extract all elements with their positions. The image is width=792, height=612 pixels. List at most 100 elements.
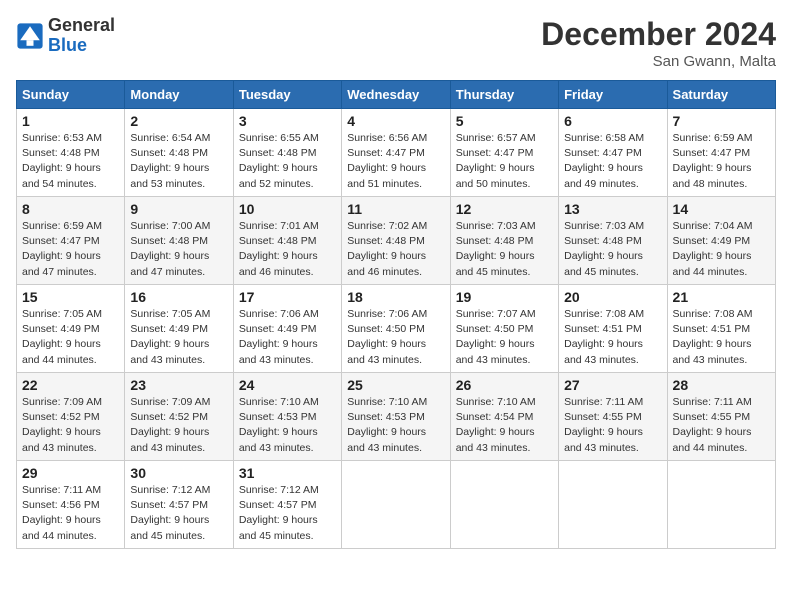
day-info: Sunrise: 7:07 AMSunset: 4:50 PMDaylight:… <box>456 307 553 368</box>
day-info: Sunrise: 7:12 AMSunset: 4:57 PMDaylight:… <box>130 483 227 544</box>
calendar-day-cell: 26Sunrise: 7:10 AMSunset: 4:54 PMDayligh… <box>450 373 558 461</box>
day-number: 20 <box>564 289 661 305</box>
day-info: Sunrise: 7:06 AMSunset: 4:49 PMDaylight:… <box>239 307 336 368</box>
calendar-day-cell: 31 Sunrise: 7:12 AMSunset: 4:57 PMDayligh… <box>233 461 341 549</box>
calendar-week-row: 29Sunrise: 7:11 AMSunset: 4:56 PMDayligh… <box>17 461 776 549</box>
day-number: 27 <box>564 377 661 393</box>
day-info: Sunrise: 6:57 AMSunset: 4:47 PMDaylight:… <box>456 131 553 192</box>
calendar-body: 1Sunrise: 6:53 AMSunset: 4:48 PMDaylight… <box>17 109 776 549</box>
month-title: December 2024 <box>541 16 776 53</box>
day-number: 12 <box>456 201 553 217</box>
calendar-day-cell: 9Sunrise: 7:00 AMSunset: 4:48 PMDaylight… <box>125 197 233 285</box>
day-number: 6 <box>564 113 661 129</box>
day-info: Sunrise: 6:59 AMSunset: 4:47 PMDaylight:… <box>673 131 770 192</box>
calendar-day-cell: 7Sunrise: 6:59 AMSunset: 4:47 PMDaylight… <box>667 109 775 197</box>
calendar-week-row: 15 Sunrise: 7:05 AMSunset: 4:49 PMDayligh… <box>17 285 776 373</box>
calendar-day-cell: 28Sunrise: 7:11 AMSunset: 4:55 PMDayligh… <box>667 373 775 461</box>
weekday-header-cell: Sunday <box>17 81 125 109</box>
calendar-day-cell: 29Sunrise: 7:11 AMSunset: 4:56 PMDayligh… <box>17 461 125 549</box>
day-info: Sunrise: 6:59 AMSunset: 4:47 PMDaylight:… <box>22 219 119 280</box>
page-header: General Blue December 2024 San Gwann, Ma… <box>16 16 776 70</box>
logo-text: General Blue <box>48 16 115 56</box>
weekday-header-cell: Wednesday <box>342 81 450 109</box>
weekday-header-cell: Saturday <box>667 81 775 109</box>
day-number: 18 <box>347 289 444 305</box>
logo-blue-label: Blue <box>48 36 115 56</box>
logo: General Blue <box>16 16 115 56</box>
calendar-day-cell <box>559 461 667 549</box>
calendar-day-cell: 1Sunrise: 6:53 AMSunset: 4:48 PMDaylight… <box>17 109 125 197</box>
day-number: 21 <box>673 289 770 305</box>
day-info: Sunrise: 7:09 AMSunset: 4:52 PMDaylight:… <box>130 395 227 456</box>
weekday-header-cell: Monday <box>125 81 233 109</box>
calendar-day-cell: 17Sunrise: 7:06 AMSunset: 4:49 PMDayligh… <box>233 285 341 373</box>
day-info: Sunrise: 7:02 AMSunset: 4:48 PMDaylight:… <box>347 219 444 280</box>
day-info: Sunrise: 6:54 AMSunset: 4:48 PMDaylight:… <box>130 131 227 192</box>
calendar-day-cell: 14Sunrise: 7:04 AMSunset: 4:49 PMDayligh… <box>667 197 775 285</box>
day-number: 9 <box>130 201 227 217</box>
day-info: Sunrise: 7:12 AMSunset: 4:57 PMDaylight:… <box>239 483 336 544</box>
calendar-day-cell: 24 Sunrise: 7:10 AMSunset: 4:53 PMDayligh… <box>233 373 341 461</box>
calendar-day-cell: 8 Sunrise: 6:59 AMSunset: 4:47 PMDaylight… <box>17 197 125 285</box>
calendar-week-row: 1Sunrise: 6:53 AMSunset: 4:48 PMDaylight… <box>17 109 776 197</box>
calendar-day-cell: 12Sunrise: 7:03 AMSunset: 4:48 PMDayligh… <box>450 197 558 285</box>
day-info: Sunrise: 7:04 AMSunset: 4:49 PMDaylight:… <box>673 219 770 280</box>
calendar-week-row: 8 Sunrise: 6:59 AMSunset: 4:47 PMDaylight… <box>17 197 776 285</box>
day-number: 11 <box>347 201 444 217</box>
day-number: 30 <box>130 465 227 481</box>
weekday-header-cell: Tuesday <box>233 81 341 109</box>
day-number: 10 <box>239 201 336 217</box>
day-info: Sunrise: 7:05 AMSunset: 4:49 PMDaylight:… <box>130 307 227 368</box>
calendar-day-cell: 19 Sunrise: 7:07 AMSunset: 4:50 PMDayligh… <box>450 285 558 373</box>
title-area: December 2024 San Gwann, Malta <box>541 16 776 70</box>
calendar-day-cell: 15 Sunrise: 7:05 AMSunset: 4:49 PMDayligh… <box>17 285 125 373</box>
day-number: 31 <box>239 465 336 481</box>
day-number: 16 <box>130 289 227 305</box>
day-number: 28 <box>673 377 770 393</box>
day-info: Sunrise: 6:56 AMSunset: 4:47 PMDaylight:… <box>347 131 444 192</box>
day-number: 13 <box>564 201 661 217</box>
calendar-day-cell: 21 Sunrise: 7:08 AMSunset: 4:51 PMDayligh… <box>667 285 775 373</box>
calendar-day-cell: 6 Sunrise: 6:58 AMSunset: 4:47 PMDaylight… <box>559 109 667 197</box>
day-number: 29 <box>22 465 119 481</box>
location-title: San Gwann, Malta <box>541 53 776 70</box>
day-number: 25 <box>347 377 444 393</box>
calendar-day-cell: 22 Sunrise: 7:09 AMSunset: 4:52 PMDayligh… <box>17 373 125 461</box>
day-info: Sunrise: 7:03 AMSunset: 4:48 PMDaylight:… <box>564 219 661 280</box>
calendar-table: SundayMondayTuesdayWednesdayThursdayFrid… <box>16 80 776 549</box>
calendar-day-cell: 13 Sunrise: 7:03 AMSunset: 4:48 PMDayligh… <box>559 197 667 285</box>
weekday-header-cell: Thursday <box>450 81 558 109</box>
calendar-day-cell: 27 Sunrise: 7:11 AMSunset: 4:55 PMDayligh… <box>559 373 667 461</box>
calendar-day-cell <box>342 461 450 549</box>
day-info: Sunrise: 7:09 AMSunset: 4:52 PMDaylight:… <box>22 395 119 456</box>
weekday-header-row: SundayMondayTuesdayWednesdayThursdayFrid… <box>17 81 776 109</box>
day-info: Sunrise: 6:58 AMSunset: 4:47 PMDaylight:… <box>564 131 661 192</box>
calendar-day-cell: 16 Sunrise: 7:05 AMSunset: 4:49 PMDayligh… <box>125 285 233 373</box>
calendar-day-cell: 20Sunrise: 7:08 AMSunset: 4:51 PMDayligh… <box>559 285 667 373</box>
day-info: Sunrise: 7:05 AMSunset: 4:49 PMDaylight:… <box>22 307 119 368</box>
day-number: 19 <box>456 289 553 305</box>
day-info: Sunrise: 7:01 AMSunset: 4:48 PMDaylight:… <box>239 219 336 280</box>
calendar-day-cell: 3Sunrise: 6:55 AMSunset: 4:48 PMDaylight… <box>233 109 341 197</box>
calendar-day-cell: 11 Sunrise: 7:02 AMSunset: 4:48 PMDayligh… <box>342 197 450 285</box>
calendar-day-cell: 10 Sunrise: 7:01 AMSunset: 4:48 PMDayligh… <box>233 197 341 285</box>
calendar-day-cell: 25Sunrise: 7:10 AMSunset: 4:53 PMDayligh… <box>342 373 450 461</box>
day-number: 26 <box>456 377 553 393</box>
day-number: 22 <box>22 377 119 393</box>
calendar-day-cell <box>667 461 775 549</box>
day-number: 8 <box>22 201 119 217</box>
day-number: 24 <box>239 377 336 393</box>
day-info: Sunrise: 7:06 AMSunset: 4:50 PMDaylight:… <box>347 307 444 368</box>
day-info: Sunrise: 7:11 AMSunset: 4:55 PMDaylight:… <box>564 395 661 456</box>
day-number: 15 <box>22 289 119 305</box>
calendar-day-cell: 30 Sunrise: 7:12 AMSunset: 4:57 PMDayligh… <box>125 461 233 549</box>
day-number: 2 <box>130 113 227 129</box>
calendar-day-cell: 18 Sunrise: 7:06 AMSunset: 4:50 PMDayligh… <box>342 285 450 373</box>
day-info: Sunrise: 7:08 AMSunset: 4:51 PMDaylight:… <box>673 307 770 368</box>
calendar-day-cell: 2 Sunrise: 6:54 AMSunset: 4:48 PMDaylight… <box>125 109 233 197</box>
day-number: 23 <box>130 377 227 393</box>
day-info: Sunrise: 7:10 AMSunset: 4:53 PMDaylight:… <box>239 395 336 456</box>
weekday-header-cell: Friday <box>559 81 667 109</box>
day-info: Sunrise: 6:55 AMSunset: 4:48 PMDaylight:… <box>239 131 336 192</box>
day-info: Sunrise: 6:53 AMSunset: 4:48 PMDaylight:… <box>22 131 119 192</box>
